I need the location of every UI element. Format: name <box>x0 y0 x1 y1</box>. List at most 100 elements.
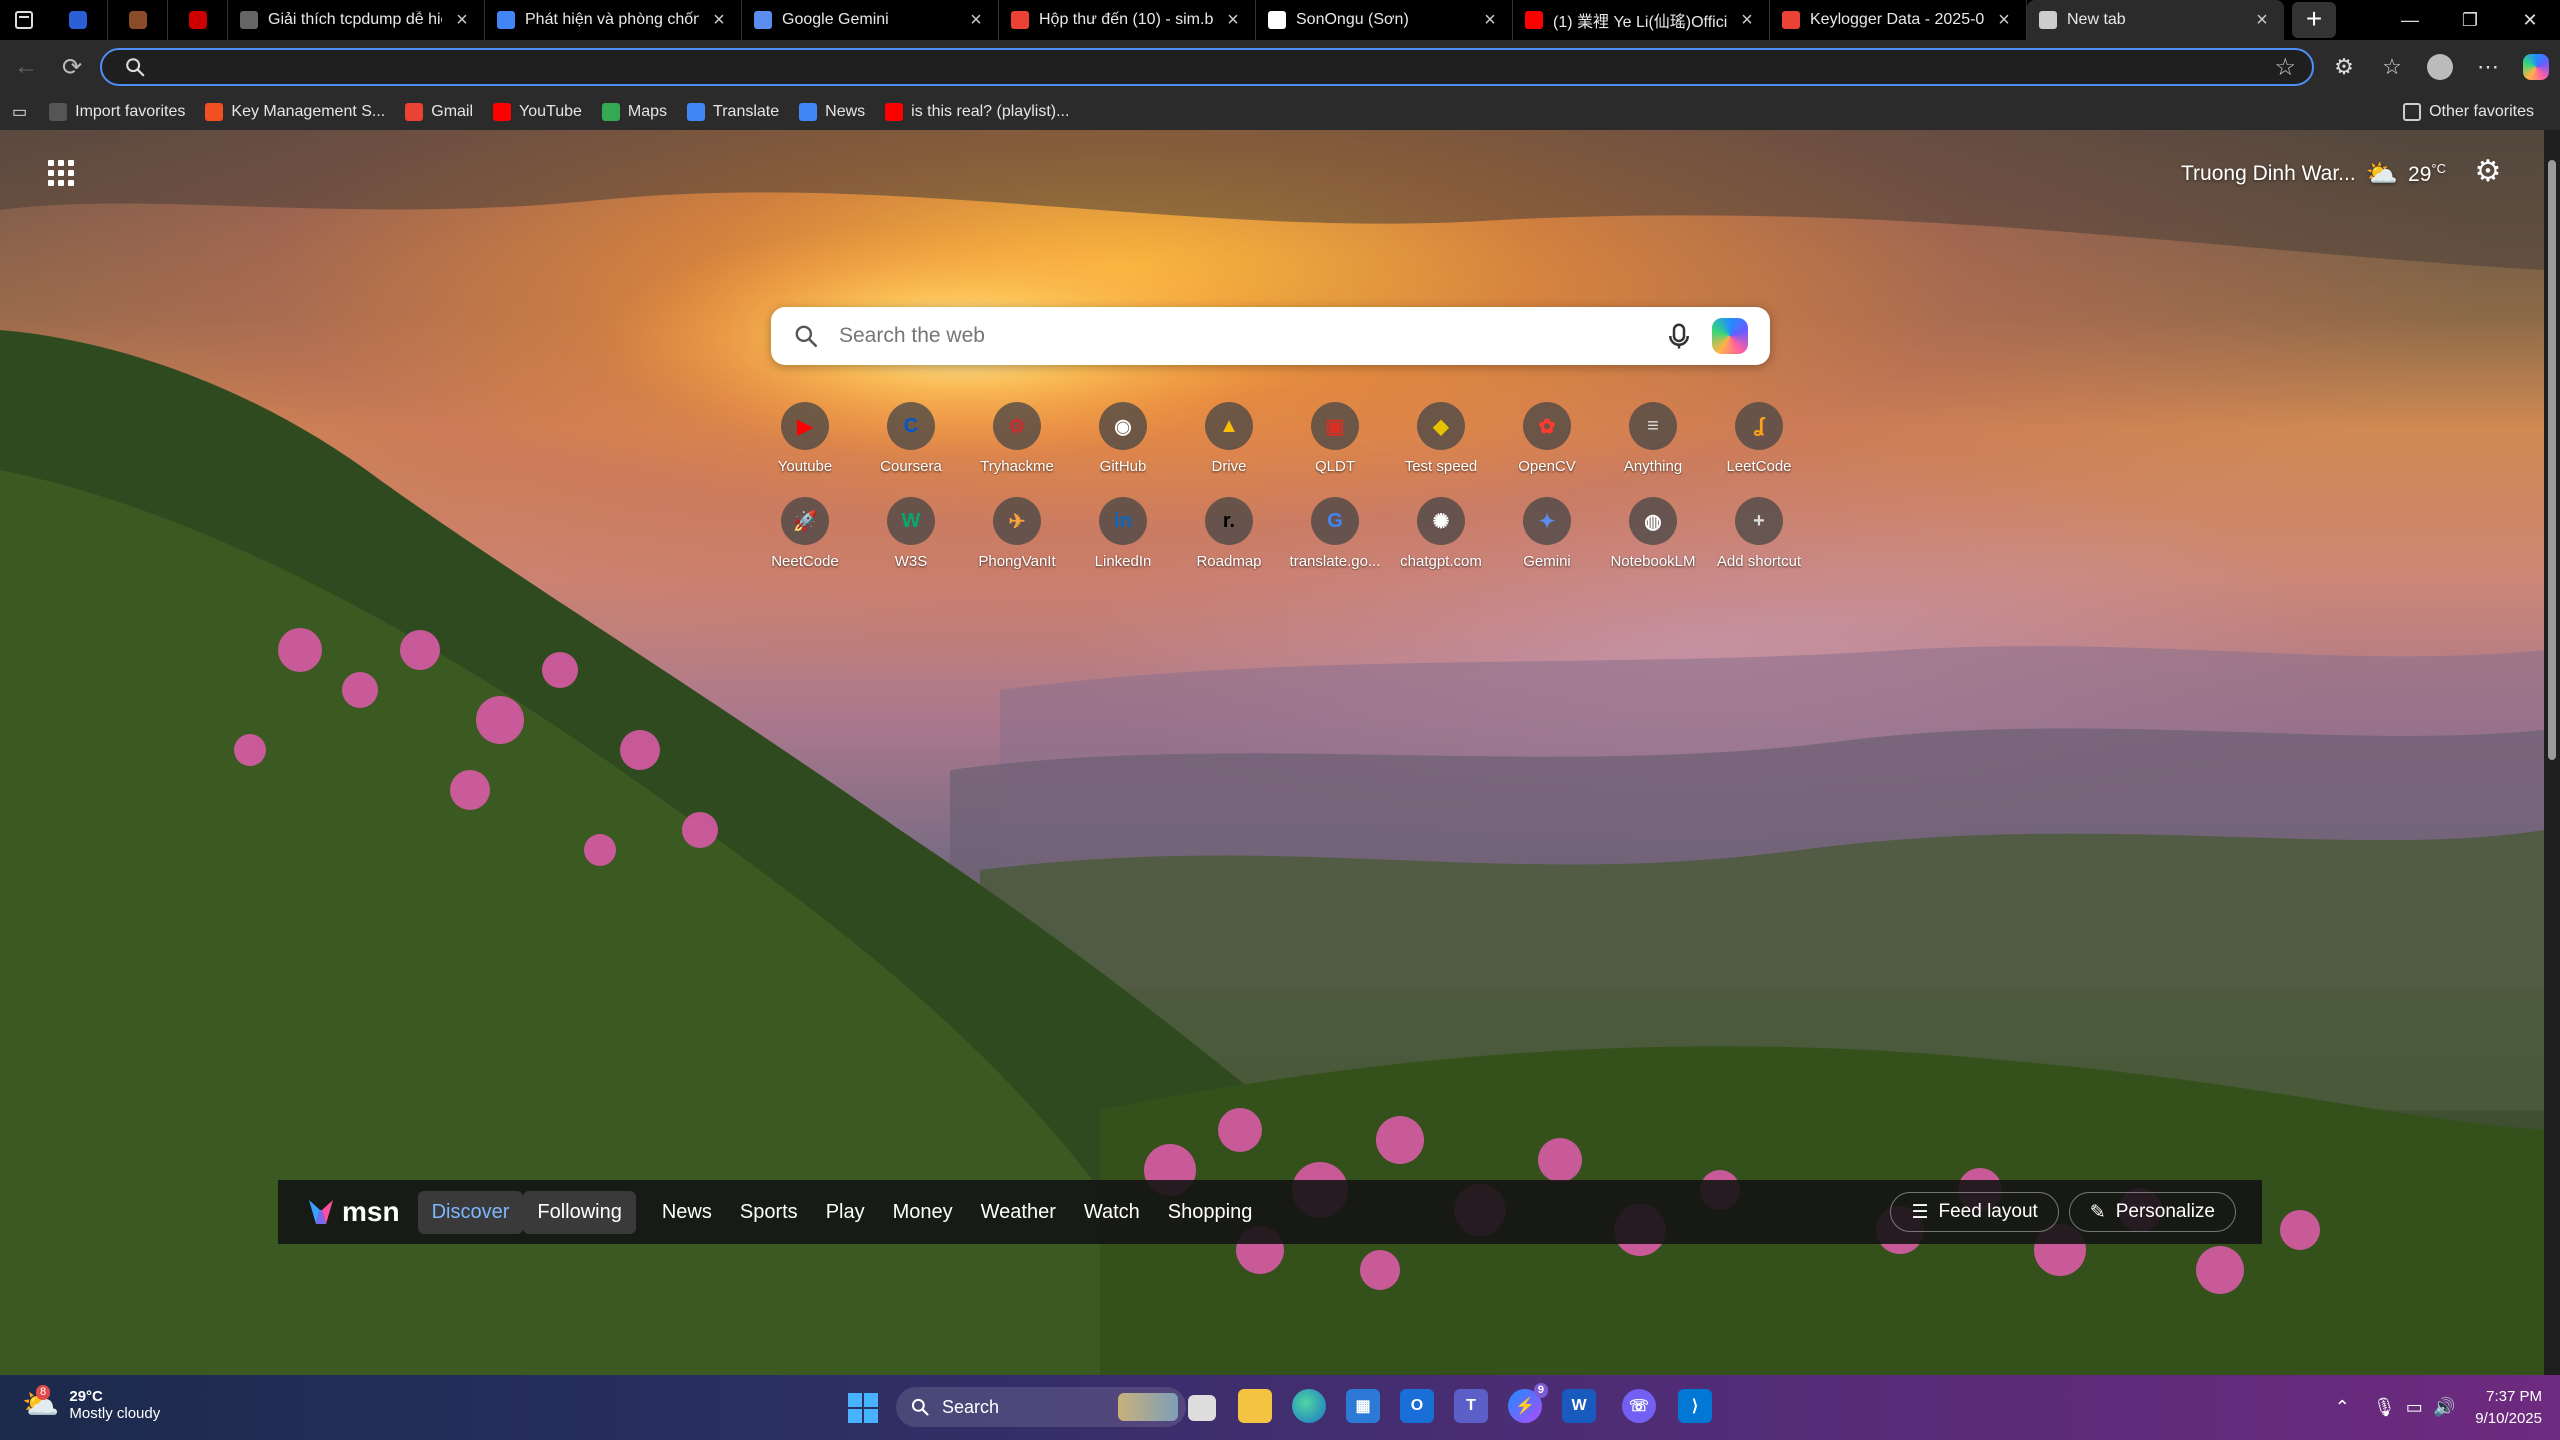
microphone-icon[interactable] <box>1664 321 1694 351</box>
close-tab-icon[interactable]: × <box>709 9 729 32</box>
pinned-tab-3[interactable] <box>168 0 228 40</box>
personalize-button[interactable]: ✎ Personalize <box>2068 1192 2236 1232</box>
task-view-icon[interactable] <box>1188 1395 1216 1421</box>
volume-icon[interactable]: 🔊 <box>2429 1397 2459 1418</box>
favorite-link[interactable]: Key Management S... <box>195 97 395 127</box>
msn-nav-item[interactable]: Money <box>879 1191 967 1234</box>
msn-nav-item[interactable]: News <box>648 1191 726 1234</box>
tab-actions-menu-button[interactable] <box>0 0 48 40</box>
shortcut-tile[interactable]: ✺ chatgpt.com <box>1388 497 1494 570</box>
minimize-button[interactable]: — <box>2380 0 2440 40</box>
close-window-button[interactable]: ✕ <box>2500 0 2560 40</box>
other-favorites[interactable]: Other favorites <box>2393 97 2544 127</box>
shortcut-tile[interactable]: r. Roadmap <box>1176 497 1282 570</box>
shortcut-tile[interactable]: ⚙ Tryhackme <box>964 402 1070 475</box>
shortcut-tile[interactable]: ▶ Youtube <box>752 402 858 475</box>
address-bar[interactable]: ☆ <box>100 48 2314 86</box>
close-tab-icon[interactable]: × <box>1223 9 1243 32</box>
browser-tab[interactable]: Giải thích tcpdump dễ hiểu × <box>228 0 485 40</box>
msn-nav-item[interactable]: Weather <box>967 1191 1070 1234</box>
profile-avatar[interactable] <box>2416 46 2464 88</box>
copilot-icon[interactable] <box>1712 318 1748 354</box>
close-tab-icon[interactable]: × <box>1480 9 1500 32</box>
shortcut-tile[interactable]: Gtranslate.go... <box>1282 497 1388 570</box>
shortcut-tile[interactable]: ✿ OpenCV <box>1494 402 1600 475</box>
outlook-icon[interactable]: O <box>1400 1389 1434 1423</box>
favorite-link[interactable]: Import favorites <box>39 97 195 127</box>
add-shortcut-button[interactable]: + Add shortcut <box>1706 497 1812 570</box>
browser-tab[interactable]: (1) 業裡 Ye Li(仙瑤)Official × <box>1513 0 1770 40</box>
shortcut-tile[interactable]: ✈ PhongVanIt <box>964 497 1070 570</box>
shortcut-tile[interactable]: ◉ GitHub <box>1070 402 1176 475</box>
word-icon[interactable]: W <box>1562 1389 1596 1423</box>
shortcut-tile[interactable]: ◆ Test speed <box>1388 402 1494 475</box>
viber-icon[interactable]: ☏ <box>1622 1389 1656 1423</box>
web-search-box[interactable]: Search the web <box>771 307 1770 365</box>
apps-launcher-button[interactable] <box>48 160 74 186</box>
msn-nav-item[interactable]: Sports <box>726 1191 812 1234</box>
refresh-button[interactable]: ⟳ <box>50 45 94 89</box>
microphone-icon[interactable]: 🎙 <box>2369 1397 2399 1418</box>
shortcut-tile[interactable]: ✦ Gemini <box>1494 497 1600 570</box>
pinned-tab-2[interactable] <box>108 0 168 40</box>
extensions-icon[interactable]: ⚙ <box>2320 46 2368 88</box>
vertical-scrollbar[interactable] <box>2544 130 2560 1375</box>
shortcut-tile[interactable]: in LinkedIn <box>1070 497 1176 570</box>
shortcut-tile[interactable]: ▲ Drive <box>1176 402 1282 475</box>
favorite-link[interactable]: Gmail <box>395 97 483 127</box>
chevron-up-icon[interactable]: ⌃ <box>2327 1397 2357 1418</box>
taskbar-search-box[interactable]: Search <box>896 1387 1186 1427</box>
microsoft-store-icon[interactable]: ▦ <box>1346 1389 1380 1423</box>
msn-nav-item[interactable]: Play <box>812 1191 879 1234</box>
shortcut-tile[interactable]: ▣ QLDT <box>1282 402 1388 475</box>
browser-tab[interactable]: SonOngu (Sơn) × <box>1256 0 1513 40</box>
new-tab-button[interactable]: + <box>2292 2 2336 38</box>
shortcut-tile[interactable]: C Coursera <box>858 402 964 475</box>
close-tab-icon[interactable]: × <box>1737 9 1757 32</box>
favorite-star-icon[interactable]: ☆ <box>2274 53 2296 82</box>
taskbar-weather-widget[interactable]: ⛅ 8 29°C Mostly cloudy <box>22 1385 160 1422</box>
favorite-link[interactable]: is this real? (playlist)... <box>875 97 1079 127</box>
more-menu-icon[interactable]: ⋯ <box>2464 46 2512 88</box>
search-placeholder[interactable]: Search the web <box>839 324 1664 348</box>
network-icon[interactable]: ▭ <box>2399 1397 2429 1418</box>
vscode-icon[interactable]: ⟩ <box>1678 1389 1712 1423</box>
close-tab-icon[interactable]: × <box>966 9 986 32</box>
msn-nav-item[interactable]: Watch <box>1070 1191 1154 1234</box>
shortcut-tile[interactable]: 🚀 NeetCode <box>752 497 858 570</box>
favorite-link[interactable]: News <box>789 97 875 127</box>
pinned-tab-1[interactable] <box>48 0 108 40</box>
close-tab-icon[interactable]: × <box>452 9 472 32</box>
browser-tab[interactable]: New tab × <box>2027 0 2284 40</box>
msn-logo[interactable]: msn <box>306 1196 400 1228</box>
messenger-icon[interactable]: ⚡ 9 <box>1508 1383 1548 1423</box>
favorites-icon[interactable]: ☆ <box>2368 46 2416 88</box>
favorite-link[interactable]: Maps <box>592 97 677 127</box>
feed-layout-button[interactable]: ☰ Feed layout <box>1890 1192 2059 1232</box>
browser-tab[interactable]: Google Gemini × <box>742 0 999 40</box>
tab-discover[interactable]: Discover <box>417 1190 524 1234</box>
close-tab-icon[interactable]: × <box>1994 9 2014 32</box>
shortcut-tile[interactable]: ≡ Anything <box>1600 402 1706 475</box>
page-settings-gear-icon[interactable]: ⚙ <box>2470 154 2506 190</box>
teams-icon[interactable]: T <box>1454 1389 1488 1423</box>
restore-button[interactable]: ❐ <box>2440 0 2500 40</box>
shortcut-tile[interactable]: ◍ NotebookLM <box>1600 497 1706 570</box>
favorite-link[interactable]: YouTube <box>483 97 592 127</box>
msn-nav-item[interactable]: Shopping <box>1154 1191 1267 1234</box>
shortcut-tile[interactable]: W W3S <box>858 497 964 570</box>
browser-tab[interactable]: Keylogger Data - 2025-09 × <box>1770 0 2027 40</box>
favorite-link[interactable]: Translate <box>677 97 789 127</box>
file-explorer-icon[interactable] <box>1238 1389 1272 1423</box>
shortcut-tile[interactable]: ʆ LeetCode <box>1706 402 1812 475</box>
weather-widget[interactable]: Truong Dinh War... ⛅ 29°C <box>2181 158 2446 189</box>
taskbar-clock[interactable]: 7:37 PM 9/10/2025 <box>2475 1386 2542 1430</box>
browser-tab[interactable]: Phát hiện và phòng chống × <box>485 0 742 40</box>
copilot-icon[interactable] <box>2512 46 2560 88</box>
hide-favorites-icon[interactable]: ▭ <box>0 97 39 127</box>
edge-browser-icon[interactable] <box>1292 1389 1326 1423</box>
close-tab-icon[interactable]: × <box>2252 9 2272 32</box>
address-input[interactable] <box>158 56 2275 78</box>
tab-following[interactable]: Following <box>523 1190 636 1234</box>
windows-start-button[interactable] <box>848 1393 878 1423</box>
